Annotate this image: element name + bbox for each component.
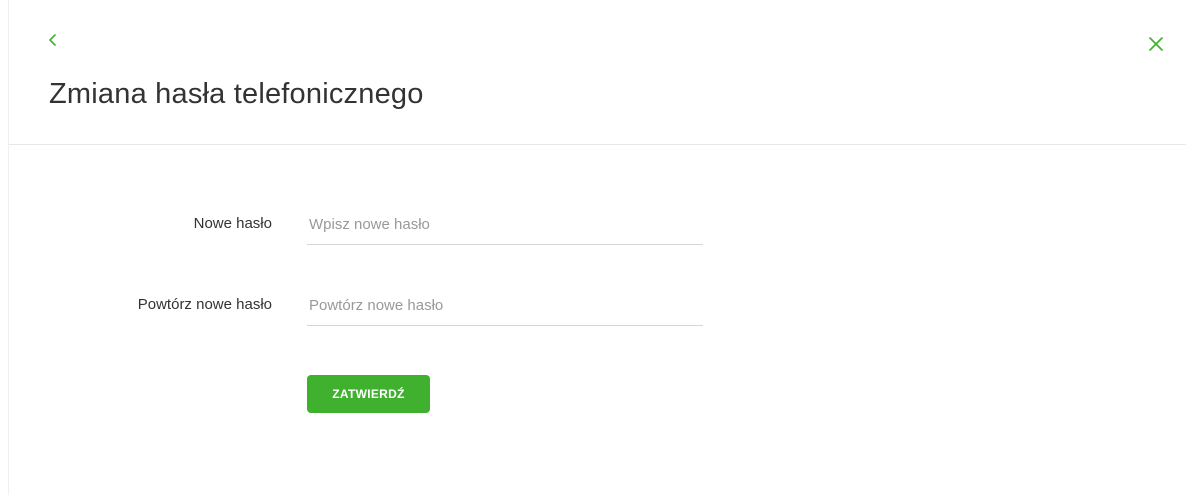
chevron-left-icon <box>49 34 56 46</box>
submit-button[interactable]: ZATWIERDŹ <box>307 375 430 413</box>
new-password-row: Nowe hasło <box>9 205 1186 245</box>
modal-panel: Zmiana hasła telefonicznego Nowe hasło P… <box>8 0 1186 495</box>
repeat-password-label: Powtórz nowe hasło <box>137 296 272 313</box>
back-button[interactable] <box>43 30 63 50</box>
new-password-input[interactable] <box>307 205 703 245</box>
close-icon <box>1149 37 1163 51</box>
page-title: Zmiana hasła telefonicznego <box>49 78 424 110</box>
close-button[interactable] <box>1145 33 1167 55</box>
panel-header: Zmiana hasła telefonicznego <box>9 0 1186 145</box>
repeat-password-row: Powtórz nowe hasło <box>9 286 1186 326</box>
new-password-label: Nowe hasło <box>193 215 272 232</box>
repeat-password-input[interactable] <box>307 286 703 326</box>
